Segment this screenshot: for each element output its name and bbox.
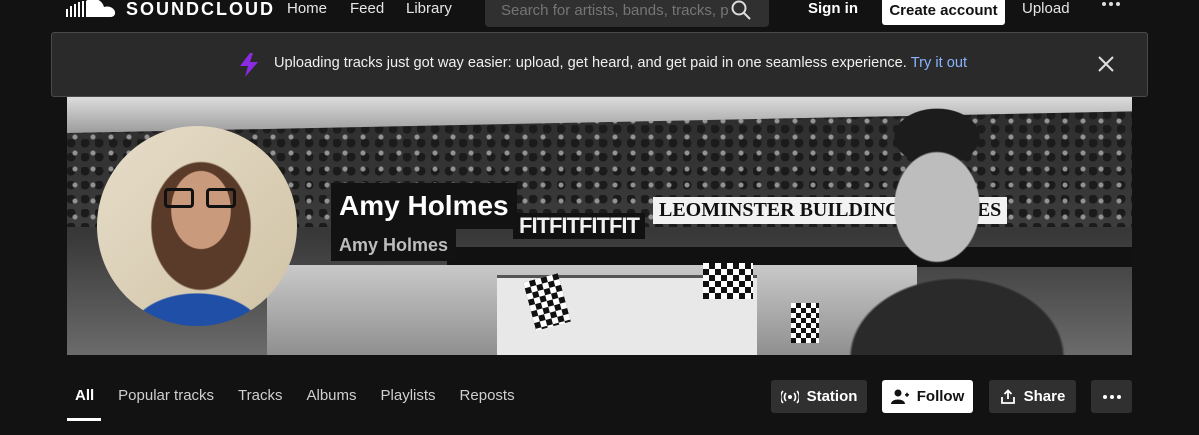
profile-tabs: All Popular tracks Tracks Albums Playlis…: [75, 387, 539, 405]
bolt-icon: [240, 53, 258, 77]
nav-library[interactable]: Library: [406, 0, 452, 18]
close-icon[interactable]: [1098, 56, 1114, 72]
profile-username: Amy Holmes: [331, 229, 457, 261]
nav-home[interactable]: Home: [287, 0, 327, 18]
banner-message: Uploading tracks just got way easier: up…: [274, 55, 907, 71]
tab-tracks[interactable]: Tracks: [238, 387, 282, 405]
share-icon: [1000, 388, 1015, 404]
share-button[interactable]: Share: [989, 380, 1076, 413]
banner-message-row: Uploading tracks just got way easier: up…: [274, 55, 967, 71]
header-ad-fitfit: FITFITFITFIT: [513, 213, 645, 239]
station-icon: [780, 389, 799, 404]
station-label: Station: [806, 388, 858, 405]
share-label: Share: [1023, 388, 1066, 405]
header-person: [807, 97, 1132, 355]
station-button[interactable]: Station: [771, 380, 867, 413]
try-it-out-link[interactable]: Try it out: [911, 55, 967, 71]
more-icon[interactable]: [1102, 2, 1120, 6]
tab-playlists[interactable]: Playlists: [381, 387, 436, 405]
search-input[interactable]: [501, 2, 729, 19]
search-box: [485, 0, 769, 27]
sign-in-link[interactable]: Sign in: [808, 0, 858, 18]
nav-feed[interactable]: Feed: [350, 0, 384, 18]
logo-text: SOUNDCLOUD: [126, 0, 275, 19]
more-actions-button[interactable]: [1091, 380, 1132, 413]
avatar[interactable]: [97, 126, 297, 326]
tab-albums[interactable]: Albums: [307, 387, 357, 405]
more-icon: [1102, 394, 1121, 399]
active-tab-indicator: [67, 418, 101, 421]
header-flag: [703, 263, 753, 299]
tab-popular-tracks[interactable]: Popular tracks: [118, 387, 214, 405]
logo[interactable]: SOUNDCLOUD: [66, 0, 275, 22]
avatar-glasses: [164, 188, 236, 210]
follow-label: Follow: [916, 388, 965, 405]
create-account-button[interactable]: Create account: [882, 0, 1005, 25]
soundcloud-logo-icon: [66, 0, 116, 17]
follow-button[interactable]: Follow: [882, 380, 973, 413]
follow-icon: [890, 389, 909, 404]
search-icon[interactable]: [731, 0, 751, 20]
top-nav: SOUNDCLOUD Home Feed Library Sign in Cre…: [0, 0, 1199, 30]
tab-all[interactable]: All: [75, 387, 94, 405]
upload-link[interactable]: Upload: [1022, 0, 1070, 18]
announcement-banner: Uploading tracks just got way easier: up…: [51, 32, 1148, 97]
tab-reposts[interactable]: Reposts: [460, 387, 515, 405]
profile-display-name: Amy Holmes: [331, 183, 517, 229]
